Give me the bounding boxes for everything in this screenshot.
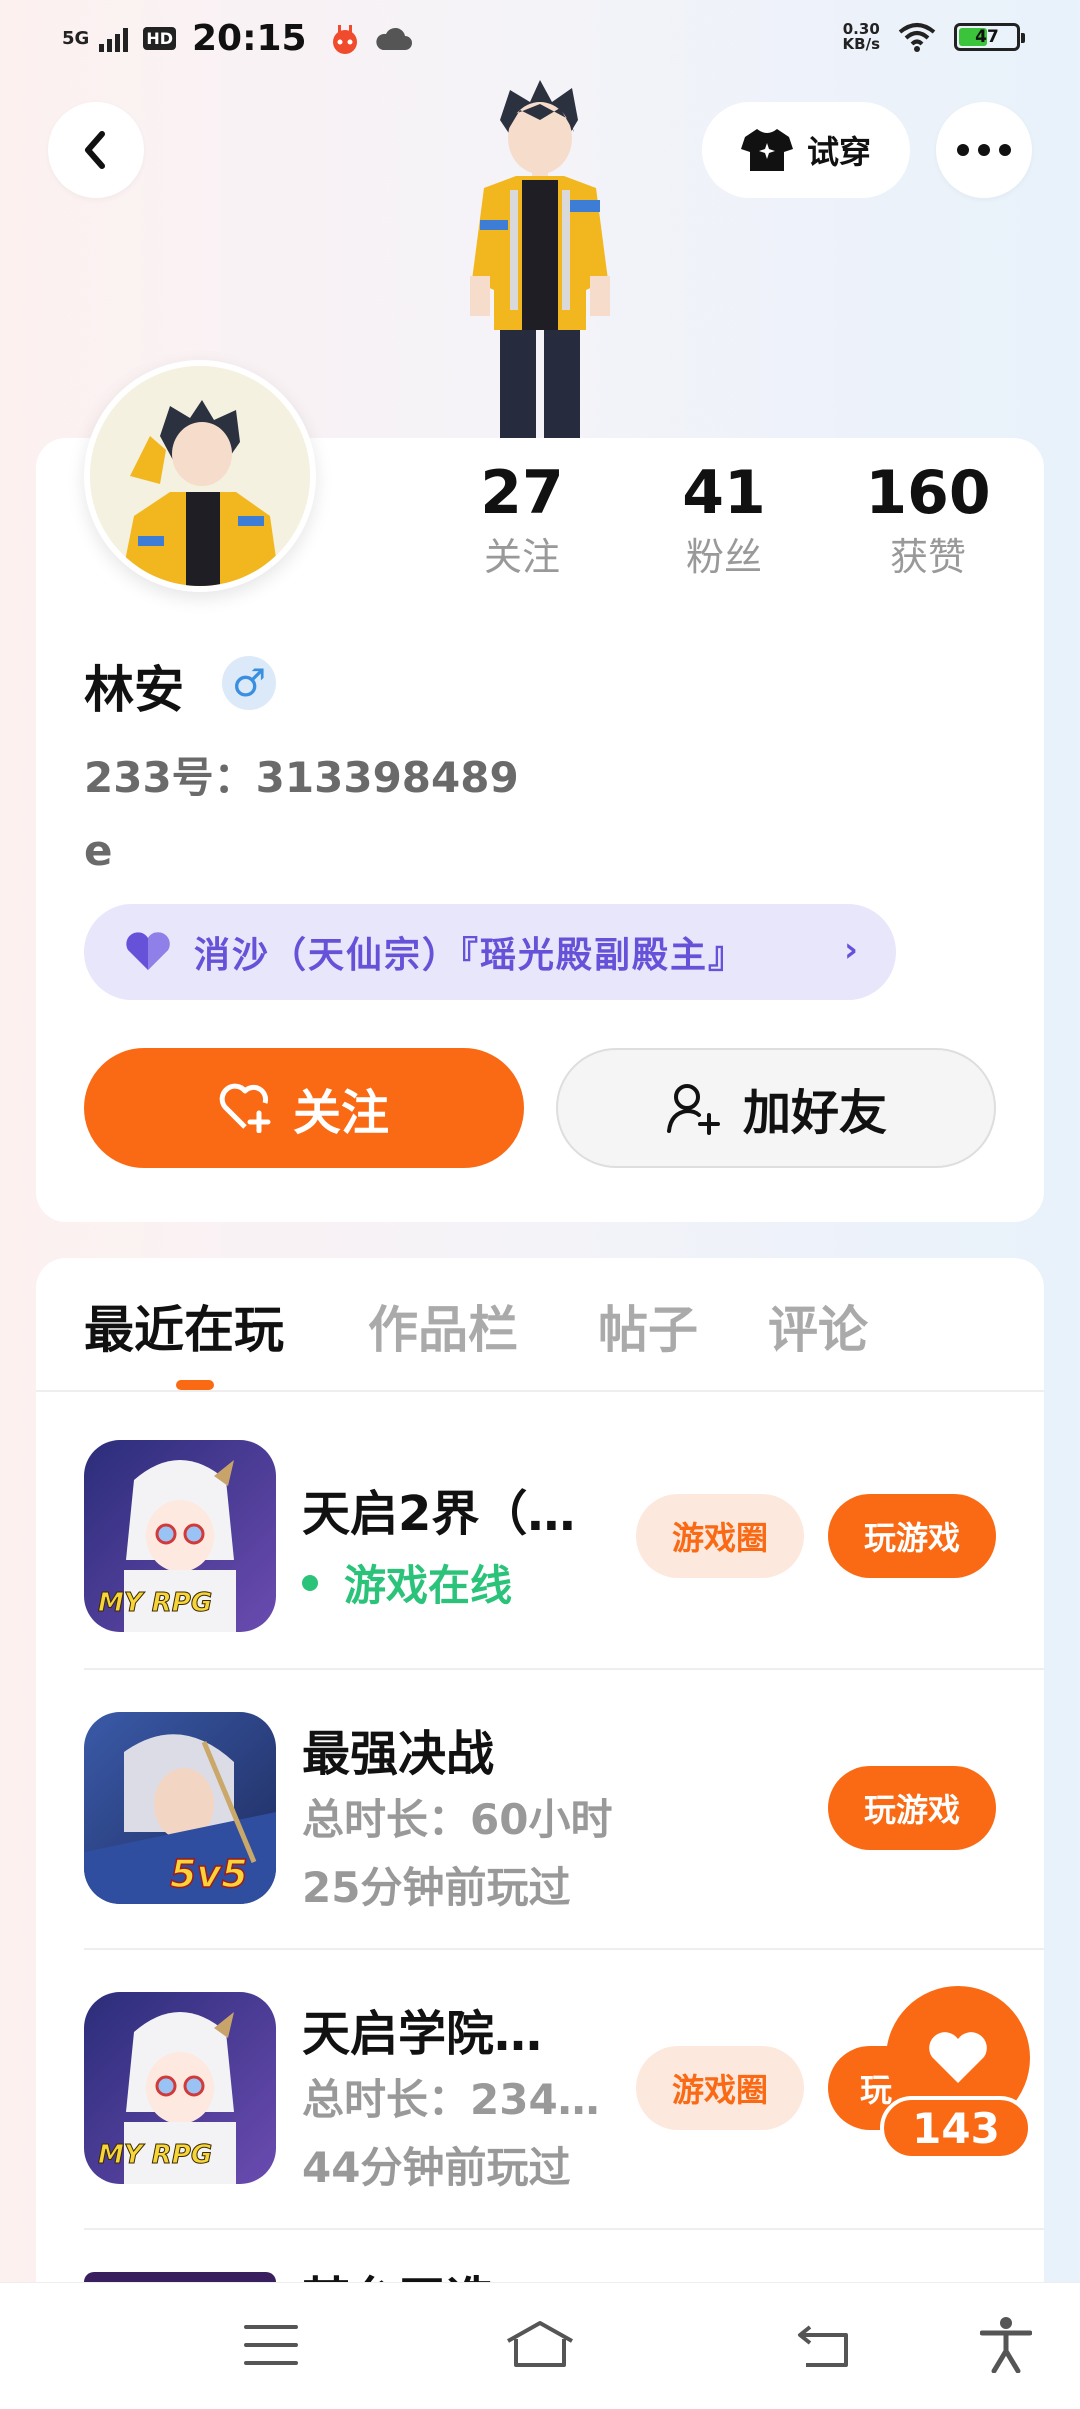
follow-button[interactable]: 关注 xyxy=(84,1048,524,1168)
game-badge: MY RPG xyxy=(97,1588,213,1619)
game-icon[interactable]: MY RPG xyxy=(84,1992,276,2184)
game-playtime: 总时长：234… xyxy=(302,2075,600,2124)
accessibility-icon[interactable] xyxy=(980,2317,1032,2373)
like-count: 143 xyxy=(880,2096,1032,2160)
user-name: 林安 xyxy=(84,661,184,719)
game-online-status: 游戏在线 xyxy=(302,1552,512,1613)
game-icon[interactable]: 5v5 xyxy=(84,1712,276,1904)
online-text: 游戏在线 xyxy=(344,1561,513,1610)
followers-count: 41 xyxy=(682,458,766,528)
character-model xyxy=(470,80,610,440)
tab-indicator xyxy=(176,1380,214,1390)
home-icon[interactable] xyxy=(504,2319,576,2369)
game-badge: 5v5 xyxy=(169,1851,248,1897)
game-icon[interactable]: MY RPG xyxy=(84,1440,276,1632)
hd-icon: HD xyxy=(143,27,176,50)
gender-male-icon: ♂ xyxy=(222,656,276,710)
play-game-button[interactable]: 玩游戏 xyxy=(828,1766,996,1850)
battery-level: 47 xyxy=(975,27,999,47)
stat-likes[interactable]: 160 获赞 xyxy=(848,458,1008,582)
game-circle-button[interactable]: 游戏圈 xyxy=(636,1494,804,1578)
heart-icon xyxy=(126,932,170,970)
app-notification-icon xyxy=(332,24,357,54)
back-button[interactable] xyxy=(48,102,144,198)
tab-recently-played[interactable]: 最近在玩 xyxy=(84,1290,284,1362)
following-label: 关注 xyxy=(483,535,560,579)
tab-works[interactable]: 作品栏 xyxy=(368,1290,518,1362)
game-title[interactable]: 最强决战 xyxy=(302,1714,494,1784)
heart-icon xyxy=(929,2032,987,2083)
wifi-icon xyxy=(898,23,936,52)
game-badge: MY RPG xyxy=(97,2140,213,2171)
guild-badge[interactable]: 消沙（天仙宗）『瑶光殿副殿主』 › xyxy=(84,904,896,1000)
user-bio: e xyxy=(84,826,113,875)
game-last-played: 25分钟前玩过 xyxy=(302,1863,571,1912)
tab-posts[interactable]: 帖子 xyxy=(598,1290,698,1362)
likes-received-label: 获赞 xyxy=(889,535,966,579)
game-title[interactable]: 某台王造 xyxy=(302,2260,494,2282)
back-nav-icon[interactable] xyxy=(796,2323,852,2369)
try-on-label: 试穿 xyxy=(806,133,871,171)
tab-comments[interactable]: 评论 xyxy=(768,1290,868,1362)
followers-label: 粉丝 xyxy=(685,535,762,579)
chevron-right-icon: › xyxy=(843,930,858,970)
battery-icon: 47 xyxy=(954,23,1025,51)
status-time: 20:15 xyxy=(191,18,307,59)
likes-received-count: 160 xyxy=(865,458,991,528)
follow-label: 关注 xyxy=(292,1085,389,1141)
game-circle-button[interactable]: 游戏圈 xyxy=(636,2046,804,2130)
cloud-icon xyxy=(375,27,412,50)
row-divider xyxy=(84,1948,1044,1950)
online-dot xyxy=(302,1574,318,1591)
play-game-button[interactable]: 玩游戏 xyxy=(828,1494,996,1578)
row-divider xyxy=(84,2228,1044,2230)
avatar[interactable] xyxy=(84,360,316,592)
add-user-icon xyxy=(666,1084,720,1135)
stat-followers[interactable]: 41 粉丝 xyxy=(644,458,804,582)
status-bar: 5G HD 20:15 0.30 KB/s 47 xyxy=(0,0,1080,86)
try-on-button[interactable]: 试穿 xyxy=(702,102,910,198)
add-friend-button[interactable]: 加好友 xyxy=(556,1048,996,1168)
tab-divider xyxy=(36,1390,1044,1392)
add-friend-label: 加好友 xyxy=(742,1085,887,1141)
status-right: 0.30 KB/s 47 xyxy=(843,22,1025,52)
speed-unit: KB/s xyxy=(842,35,880,53)
stat-following[interactable]: 27 关注 xyxy=(442,458,602,582)
game-icon[interactable] xyxy=(84,2272,276,2282)
status-left: 5G HD 20:15 xyxy=(62,18,413,59)
user-id: 233号：313398489 xyxy=(84,753,519,802)
heart-plus-icon xyxy=(219,1083,271,1133)
network-indicator: 5G xyxy=(62,27,90,49)
game-last-played: 44分钟前玩过 xyxy=(302,2143,571,2192)
game-playtime: 总时长：60小时 xyxy=(302,1795,613,1844)
following-count: 27 xyxy=(480,458,564,528)
game-title[interactable]: 天启2界（… xyxy=(302,1474,575,1544)
more-button[interactable] xyxy=(936,102,1032,198)
shirt-icon xyxy=(740,129,793,171)
game-title[interactable]: 天启学院… xyxy=(302,1994,542,2064)
menu-icon[interactable] xyxy=(244,2323,298,2367)
more-dots-icon xyxy=(957,144,1011,156)
system-nav-bar xyxy=(0,2282,1080,2409)
avatar-image xyxy=(90,366,310,586)
signal-icon xyxy=(99,27,129,52)
row-divider xyxy=(84,1668,1044,1670)
network-speed: 0.30 KB/s xyxy=(843,22,880,52)
chevron-left-icon xyxy=(85,131,105,169)
guild-text: 消沙（天仙宗）『瑶光殿副殿主』 xyxy=(194,935,747,976)
